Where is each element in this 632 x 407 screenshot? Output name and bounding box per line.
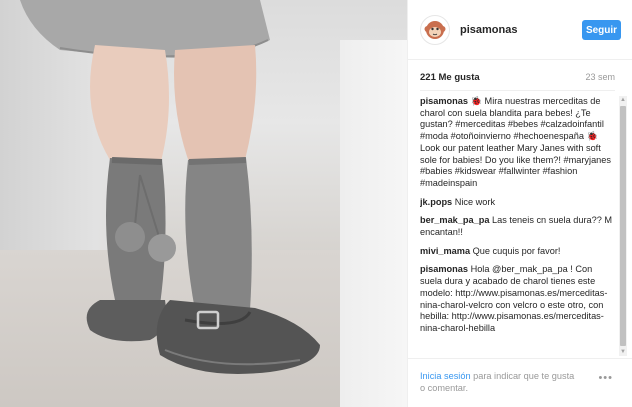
comments-list: pisamonas 🐞 Mira nuestras merceditas de … [420, 96, 616, 354]
comment-username[interactable]: jk.pops [420, 197, 452, 207]
post-photo[interactable] [0, 0, 407, 407]
right-leg-skin [174, 45, 257, 165]
comment-text: Que cuquis por favor! [472, 245, 561, 256]
comment: jk.pops Nice work [420, 197, 616, 209]
pompom-1 [115, 222, 145, 252]
comment-text: Nice work [454, 196, 496, 207]
likes-count[interactable]: 221 Me gusta [420, 72, 480, 83]
login-prompt: Inicia sesión para indicar que te gusta … [420, 370, 580, 394]
right-shoe [156, 300, 320, 374]
comment-username[interactable]: pisamonas [420, 96, 468, 106]
comment-text: 🐞 Mira nuestras merceditas de charol con… [420, 96, 611, 188]
comments-scrollbar[interactable]: ▲ ▼ [619, 96, 627, 356]
comment-username[interactable]: ber_mak_pa_pa [420, 215, 489, 225]
baby-legs-illustration [20, 0, 320, 374]
scroll-up-arrow-icon[interactable]: ▲ [619, 96, 627, 104]
header-username[interactable]: pisamonas [460, 24, 517, 36]
profile-avatar[interactable] [420, 14, 450, 45]
monkey-logo-icon [424, 20, 446, 39]
scroll-down-arrow-icon[interactable]: ▼ [619, 348, 627, 356]
comment: pisamonas Hola @ber_mak_pa_pa ! Con suel… [420, 264, 616, 334]
comment-text: Hola @ber_mak_pa_pa ! Con suela dura y a… [420, 264, 608, 333]
likes-row: 221 Me gusta 23 sem [420, 70, 615, 84]
comment-username[interactable]: pisamonas [420, 264, 468, 274]
ellipsis-icon[interactable]: ••• [598, 372, 613, 384]
divider [420, 90, 615, 91]
comment: mivi_mama Que cuquis por favor! [420, 246, 616, 258]
post-sidebar: pisamonas Seguir 221 Me gusta 23 sem pis… [407, 0, 632, 407]
right-sock-cuff [188, 157, 247, 165]
scroll-thumb[interactable] [620, 106, 626, 346]
right-sock [185, 158, 252, 310]
post-header: pisamonas Seguir [408, 0, 632, 60]
left-sock-cuff [111, 157, 163, 165]
comment: pisamonas 🐞 Mira nuestras merceditas de … [420, 96, 616, 190]
follow-button[interactable]: Seguir [582, 20, 621, 40]
comment: ber_mak_pa_pa Las teneis cn suela dura??… [420, 215, 616, 238]
left-leg-skin [90, 45, 169, 165]
pompom-2 [148, 234, 176, 262]
login-link[interactable]: Inicia sesión [420, 371, 471, 381]
left-shoe [86, 300, 166, 342]
post-footer: Inicia sesión para indicar que te gusta … [408, 358, 632, 407]
post-age[interactable]: 23 sem [585, 72, 615, 82]
comment-username[interactable]: mivi_mama [420, 246, 470, 256]
instagram-post: pisamonas Seguir 221 Me gusta 23 sem pis… [0, 0, 632, 407]
